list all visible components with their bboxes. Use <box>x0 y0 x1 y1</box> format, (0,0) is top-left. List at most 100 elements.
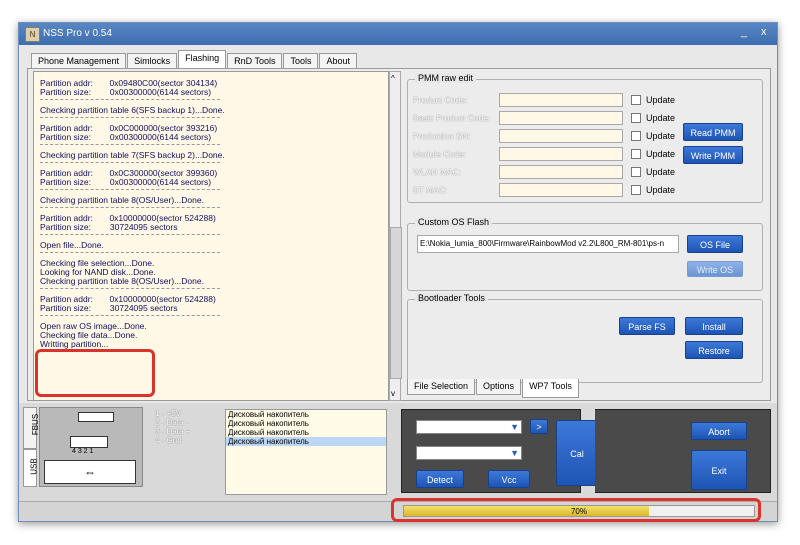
pinout-item: 1 - +5V <box>155 409 182 418</box>
pmm-title: PMM raw edit <box>415 73 477 83</box>
fbus-side-tab[interactable]: FBUS <box>23 407 40 449</box>
parse-fs-button[interactable]: Parse FS <box>619 317 675 335</box>
log-separator <box>40 162 220 163</box>
log-line: Partition size: 30724095 sectors <box>40 303 178 313</box>
write-pmm-button[interactable]: Write PMM <box>683 146 743 164</box>
install-button[interactable]: Install <box>685 317 743 335</box>
update-label: Update <box>646 113 676 123</box>
go-button[interactable]: > <box>530 419 548 434</box>
vcc-button[interactable]: Vcc <box>488 470 530 488</box>
highlight-log-status <box>35 349 155 397</box>
usb-connector-image: 4 3 2 1 ⇔ <box>39 407 143 487</box>
read-pmm-button[interactable]: Read PMM <box>683 123 743 141</box>
update-checkbox[interactable] <box>631 185 641 195</box>
log-line: Open file...Done. <box>40 240 104 250</box>
main-tabs: Phone Management Simlocks Flashing RnD Tool… <box>31 50 358 69</box>
log-separator <box>40 117 220 118</box>
close-button[interactable]: x <box>761 26 767 38</box>
control-panel: ▼ > ▼ Cal Detect Vcc <box>401 409 598 493</box>
pmm-field-label: Production SN: <box>413 131 471 141</box>
update-checkbox[interactable] <box>631 113 641 123</box>
bottom-panel: FBUS USB 4 3 2 1 ⇔ 1 - +5V 2 - Data -3 - … <box>19 403 777 522</box>
pinout-item: 4 - Gnd <box>155 436 182 445</box>
log-separator <box>40 189 220 190</box>
log-scrollbar[interactable]: ^ v <box>389 71 402 401</box>
pmm-field-label: Product Code: <box>413 95 468 105</box>
os-path-field[interactable]: E:\Nokia_lumia_800\Firmware\RainbowMod v… <box>417 235 679 253</box>
custom-os-title: Custom OS Flash <box>415 217 493 227</box>
exit-button[interactable]: Exit <box>691 450 747 490</box>
cal-button[interactable]: Cal <box>556 420 598 486</box>
update-checkbox[interactable] <box>631 167 641 177</box>
scroll-thumb[interactable] <box>390 227 402 379</box>
app-icon: N <box>25 27 40 42</box>
right-tabs: File Selection Options WP7 Tools <box>407 379 579 399</box>
device-list-item[interactable]: Дисковый накопитель <box>226 428 386 437</box>
pmm-field-input[interactable] <box>499 183 623 197</box>
update-checkbox[interactable] <box>631 95 641 105</box>
tab-tools[interactable]: Tools <box>283 53 319 69</box>
tab-about[interactable]: About <box>319 53 358 69</box>
title-bar: N NSS Pro v 0.54 _ x <box>19 23 777 45</box>
tab-options[interactable]: Options <box>476 379 522 395</box>
log-line: Partition size: 0x00300000(6144 sectors) <box>40 132 212 142</box>
tab-simlocks[interactable]: Simlocks <box>127 53 178 69</box>
detect-button[interactable]: Detect <box>416 470 464 488</box>
pmm-field-input[interactable] <box>499 129 623 143</box>
right-dark-panel: Abort Exit <box>595 409 771 493</box>
tab-phone-management[interactable]: Phone Management <box>31 53 127 69</box>
log-line: Partition size: 0x00300000(6144 sectors) <box>40 177 212 187</box>
usb-port-icon <box>78 412 114 422</box>
tab-rnd-tools[interactable]: RnD Tools <box>227 53 283 69</box>
scroll-up-icon[interactable]: ^ <box>391 74 395 83</box>
log-separator <box>40 234 220 235</box>
custom-os-group <box>407 223 763 291</box>
device-list-item[interactable]: Дисковый накопитель <box>226 419 386 428</box>
device-list-item[interactable]: Дисковый накопитель <box>226 437 386 446</box>
update-checkbox[interactable] <box>631 149 641 159</box>
usb-pins-icon <box>70 436 108 448</box>
pmm-field-input[interactable] <box>499 147 623 161</box>
combo-arrow-icon: ▼ <box>510 422 519 432</box>
tab-wp7-tools[interactable]: WP7 Tools <box>522 379 579 398</box>
pmm-field-input[interactable] <box>499 165 623 179</box>
highlight-progress <box>391 498 761 522</box>
pmm-field-label: Basic Product Code: <box>413 113 491 123</box>
usb-side-tab[interactable]: USB <box>23 449 39 487</box>
window-title: NSS Pro v 0.54 <box>43 28 112 39</box>
pmm-field-label: BT MAC: <box>413 185 448 195</box>
log-line: Checking partition table 6(SFS backup 1)… <box>40 105 225 115</box>
log-line: Checking partition table 8(OS/User)...Do… <box>40 195 204 205</box>
usb-plug-icon: ⇔ <box>44 460 136 484</box>
update-label: Update <box>646 95 676 105</box>
restore-button[interactable]: Restore <box>685 341 743 359</box>
log-line: Checking partition table 8(OS/User)...Do… <box>40 276 204 286</box>
log-line: Partition size: 0x00300000(6144 sectors) <box>40 87 212 97</box>
log-separator <box>40 207 220 208</box>
pmm-field-label: WLAN MAC: <box>413 167 462 177</box>
tab-flashing[interactable]: Flashing <box>178 50 227 69</box>
update-label: Update <box>646 167 676 177</box>
log-separator <box>40 288 220 289</box>
os-file-button[interactable]: OS File <box>687 235 743 253</box>
pins-label: 4 3 2 1 <box>72 448 94 455</box>
update-checkbox[interactable] <box>631 131 641 141</box>
log-separator <box>40 144 220 145</box>
log-line: Writting partition... <box>40 339 109 349</box>
update-label: Update <box>646 131 676 141</box>
pinout-list: 1 - +5V 2 - Data -3 - Data +4 - Gnd <box>155 409 190 445</box>
device-list[interactable]: Дисковый накопитель Дисковый накопитель Ди… <box>225 409 387 495</box>
update-label: Update <box>646 185 676 195</box>
device-combo[interactable]: ▼ <box>416 446 522 460</box>
scroll-down-icon[interactable]: v <box>391 389 395 398</box>
write-os-button[interactable]: Write OS <box>687 261 743 277</box>
abort-button[interactable]: Abort <box>691 422 747 440</box>
device-list-item[interactable]: Дисковый накопитель <box>226 410 386 419</box>
minimize-button[interactable]: _ <box>741 26 747 38</box>
log-separator <box>40 315 220 316</box>
port-combo[interactable]: ▼ <box>416 420 522 434</box>
pmm-field-input[interactable] <box>499 111 623 125</box>
pmm-field-input[interactable] <box>499 93 623 107</box>
tab-file-selection[interactable]: File Selection <box>407 379 476 395</box>
pinout-item: 3 - Data + <box>155 427 191 436</box>
